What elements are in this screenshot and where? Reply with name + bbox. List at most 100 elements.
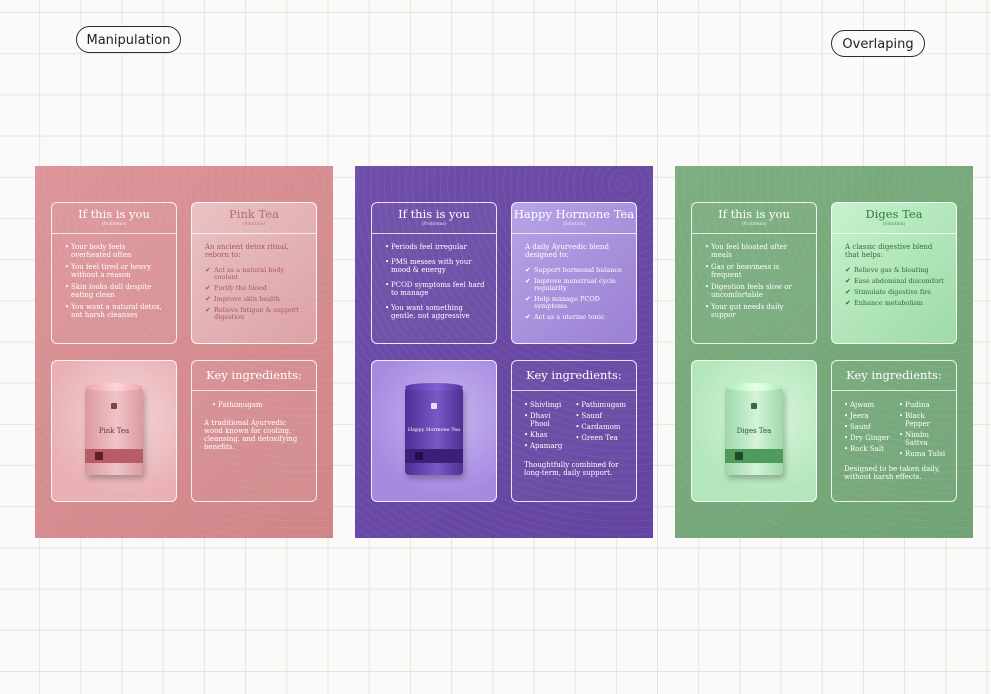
problems-card: If this is you (Problems) Periods feel i…: [371, 202, 497, 344]
problems-heading: If this is you (Problems): [692, 203, 816, 234]
list-item: Dry Ginger: [844, 434, 891, 442]
list-item: Pathimugam: [212, 401, 306, 409]
list-item: Relieve gas & bloating: [845, 267, 947, 275]
solution-heading: Diges Tea (Solution): [832, 203, 956, 234]
list-item: Purify the blood: [205, 285, 307, 293]
product-image-card: Pink Tea: [51, 360, 177, 502]
list-item: Nimbu Sattva: [899, 431, 946, 447]
list-item: Khas: [524, 431, 567, 439]
ingredients-card: Key ingredients: Ajwain Jeera Saunf Dry …: [831, 360, 957, 502]
list-item: Cardamom: [575, 423, 626, 431]
problems-subtitle: (Problems): [101, 222, 127, 227]
solution-heading: Pink Tea (Solution): [192, 203, 316, 234]
list-item: Your gut needs daily suppor: [705, 303, 807, 319]
list-item: Dhavi Phool: [524, 412, 567, 428]
ingredients-list: Pudina Black Pepper Nimbu Sattva Ruma Tu…: [899, 401, 946, 461]
list-item: Apamarg: [524, 442, 567, 450]
manipulation-label: Manipulation: [76, 26, 181, 53]
list-item: Pudina: [899, 401, 946, 409]
list-item: Saunf: [575, 412, 626, 420]
list-item: PMS messes with your mood & energy: [385, 258, 487, 274]
problems-card: If this is you (Problems) Your body feel…: [51, 202, 177, 344]
list-item: Periods feel irregular: [385, 243, 487, 251]
ingredients-list: Ajwain Jeera Saunf Dry Ginger Rock Salt: [844, 401, 891, 461]
ingredients-title: Key ingredients:: [192, 361, 316, 391]
list-item: Stimulate digestive fire: [845, 289, 947, 297]
list-item: Rock Salt: [844, 445, 891, 453]
diges-tea-board: If this is you (Problems) You feel bloat…: [675, 166, 973, 538]
product-image-card: Happy Hormone Tea: [371, 360, 497, 502]
problems-list: Your body feels overheated often You fee…: [65, 243, 167, 319]
list-item: Shivlingi: [524, 401, 567, 409]
happy-hormone-tea-board: If this is you (Problems) Periods feel i…: [355, 166, 653, 538]
list-item: You feel bloated after meals: [705, 243, 807, 259]
overlaping-label: Overlaping: [831, 30, 925, 57]
list-item: Saunf: [844, 423, 891, 431]
list-item: Black Pepper: [899, 412, 946, 428]
ingredients-title: Key ingredients:: [512, 361, 636, 391]
pink-tea-tin: Pink Tea: [85, 387, 143, 475]
solution-card: Happy Hormone Tea (Solution) A daily Ayu…: [511, 202, 637, 344]
ingredients-note: A traditional Ayurvedic wood known for c…: [204, 419, 298, 451]
list-item: You feel tired or heavy without a reason: [65, 263, 167, 279]
problems-subtitle: (Problems): [741, 222, 767, 227]
list-item: PCOD symptoms feel hard to manage: [385, 281, 487, 297]
list-item: Jeera: [844, 412, 891, 420]
solution-title: Pink Tea: [229, 207, 279, 221]
benefits-list: Act as a natural body coolant Purify the…: [205, 267, 307, 321]
list-item: Skin looks dull despite eating clean: [65, 283, 167, 299]
ingredients-list: Shivlingi Dhavi Phool Khas Apamarg: [524, 401, 567, 453]
list-item: Pathimugam: [575, 401, 626, 409]
solution-card: Pink Tea (Solution) An ancient detox rit…: [191, 202, 317, 344]
happy-hormone-tea-tin: Happy Hormone Tea: [405, 387, 463, 475]
benefits-list: Relieve gas & bloating Ease abdominal di…: [845, 267, 947, 308]
list-item: Improve skin health: [205, 296, 307, 304]
list-item: You want a natural detox, not harsh clea…: [65, 303, 167, 319]
solution-intro: An ancient detox ritual, reborn to:: [205, 243, 289, 259]
list-item: Ease abdominal discomfort: [845, 278, 947, 286]
list-item: Act as a uterine tonic: [525, 314, 627, 322]
problems-heading: If this is you (Problems): [372, 203, 496, 234]
list-item: Gas or heaviness is frequent: [705, 263, 807, 279]
ingredients-note: Designed to be taken daily, without hars…: [844, 465, 941, 481]
benefits-list: Support hormonal balance Improve menstru…: [525, 267, 627, 322]
list-item: Enhance metabolism: [845, 300, 947, 308]
solution-intro: A classic digestive blend that helps:: [845, 243, 933, 259]
ingredients-title: Key ingredients:: [832, 361, 956, 391]
problems-title: If this is you: [718, 207, 790, 221]
ingredients-note: Thoughtfully combined for long-term, dai…: [524, 461, 619, 477]
product-image-card: Diges Tea: [691, 360, 817, 502]
solution-subtitle: (Solution): [242, 222, 266, 227]
solution-intro: A daily Ayurvedic blend designed to:: [525, 243, 609, 259]
list-item: Digestion feels slow or uncomfortable: [705, 283, 807, 299]
list-item: Green Tea: [575, 434, 626, 442]
problems-title: If this is you: [398, 207, 470, 221]
ingredients-card: Key ingredients: Pathimugam A traditiona…: [191, 360, 317, 502]
problems-card: If this is you (Problems) You feel bloat…: [691, 202, 817, 344]
diges-tea-tin: Diges Tea: [725, 387, 783, 475]
solution-subtitle: (Solution): [882, 222, 906, 227]
list-item: Your body feels overheated often: [65, 243, 167, 259]
list-item: You want something gentle, not aggressiv…: [385, 304, 487, 320]
solution-title: Diges Tea: [865, 207, 923, 221]
ingredients-card: Key ingredients: Shivlingi Dhavi Phool K…: [511, 360, 637, 502]
problems-subtitle: (Problems): [421, 222, 447, 227]
tin-label: Pink Tea: [98, 427, 130, 435]
problems-list: You feel bloated after meals Gas or heav…: [705, 243, 807, 319]
solution-card: Diges Tea (Solution) A classic digestive…: [831, 202, 957, 344]
problems-list: Periods feel irregular PMS messes with y…: [385, 243, 487, 320]
ingredients-list: Pathimugam Saunf Cardamom Green Tea: [575, 401, 626, 453]
list-item: Support hormonal balance: [525, 267, 627, 275]
tin-label: Happy Hormone Tea: [407, 427, 461, 433]
list-item: Improve menstrual cycle regularity: [525, 278, 627, 292]
solution-heading: Happy Hormone Tea (Solution): [512, 203, 636, 234]
solution-subtitle: (Solution): [562, 222, 586, 227]
list-item: Help manage PCOD symptoms: [525, 296, 627, 310]
list-item: Act as a natural body coolant: [205, 267, 307, 281]
ingredients-list: Pathimugam: [212, 401, 306, 409]
tin-label: Diges Tea: [736, 427, 772, 435]
problems-heading: If this is you (Problems): [52, 203, 176, 234]
solution-title: Happy Hormone Tea: [513, 207, 635, 221]
list-item: Ruma Tulsi: [899, 450, 946, 458]
problems-title: If this is you: [78, 207, 150, 221]
